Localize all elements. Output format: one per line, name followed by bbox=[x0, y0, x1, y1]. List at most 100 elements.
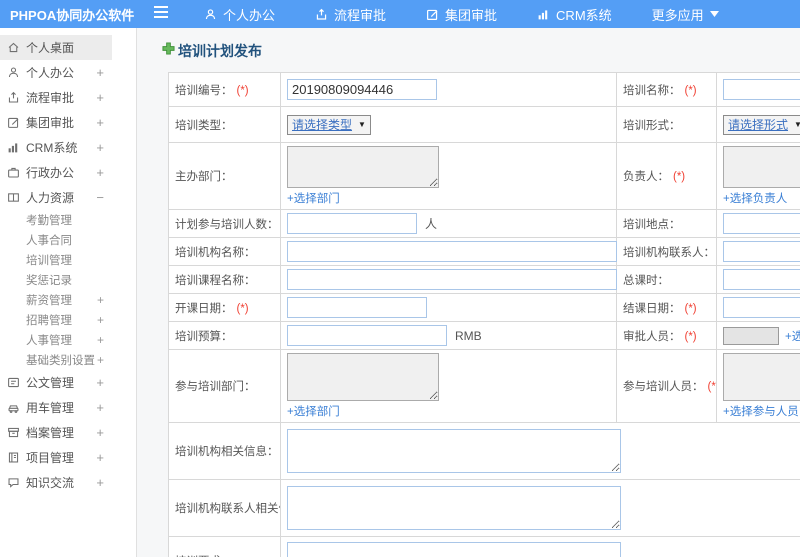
nav-label: 流程审批 bbox=[334, 7, 387, 23]
org-name-input[interactable] bbox=[287, 241, 617, 262]
sidebar-subitem-personnel[interactable]: 人事管理 + bbox=[0, 330, 112, 350]
join-people-textarea[interactable] bbox=[723, 353, 800, 401]
location-input[interactable] bbox=[723, 213, 800, 234]
sidebar-item-label: 项目管理 bbox=[26, 451, 75, 465]
requirements-textarea[interactable] bbox=[287, 541, 621, 557]
sidebar-subitem-label: 招聘管理 bbox=[26, 315, 72, 327]
field-label: 培训课程名称： bbox=[175, 274, 256, 287]
hamburger-icon bbox=[154, 5, 168, 23]
flow-icon bbox=[7, 91, 20, 104]
expand-toggle: + bbox=[96, 400, 104, 415]
expand-toggle: + bbox=[96, 165, 104, 180]
org-contact-input[interactable] bbox=[723, 241, 800, 262]
required-mark: (*) bbox=[684, 302, 697, 315]
expand-toggle: + bbox=[96, 293, 104, 307]
sidebar-item-flow-approval[interactable]: 流程审批 + bbox=[0, 85, 112, 110]
nav-personal-office[interactable]: 个人办公 bbox=[184, 0, 295, 28]
sidebar-item-knowledge[interactable]: 知识交流 + bbox=[0, 470, 112, 495]
total-hours-input[interactable] bbox=[723, 269, 800, 290]
sidebar-item-vehicle[interactable]: 用车管理 + bbox=[0, 395, 112, 420]
page-title: 培训计划发布 bbox=[162, 41, 800, 61]
host-dept-textarea[interactable] bbox=[287, 146, 439, 188]
sidebar-item-archive[interactable]: 档案管理 + bbox=[0, 420, 112, 445]
nav-label: 更多应用 bbox=[651, 7, 704, 23]
sidebar-item-label: 流程审批 bbox=[26, 91, 75, 105]
required-mark: (*) bbox=[684, 330, 697, 343]
sidebar-item-admin-office[interactable]: 行政办公 + bbox=[0, 160, 112, 185]
edit-icon bbox=[7, 116, 20, 129]
select-value: 请选择形式 bbox=[728, 118, 789, 132]
training-type-select[interactable]: 请选择类型 ▼ bbox=[287, 114, 371, 135]
training-name-input[interactable] bbox=[723, 79, 800, 100]
sidebar-subitem-attendance[interactable]: 考勤管理 bbox=[0, 210, 112, 230]
field-label: 培训名称： bbox=[623, 84, 681, 97]
chat-icon bbox=[7, 476, 20, 489]
sidebar-item-documents[interactable]: 公文管理 + bbox=[0, 370, 112, 395]
budget-input[interactable] bbox=[287, 325, 447, 346]
field-label: 培训机构相关信息： bbox=[175, 446, 279, 458]
sidebar-subitem-label: 基础类别设置 bbox=[26, 355, 95, 367]
sidebar-item-label: 集团审批 bbox=[26, 116, 75, 130]
card-icon bbox=[7, 191, 20, 204]
expand-toggle: + bbox=[96, 475, 104, 490]
sidebar-subitem-hr-contract[interactable]: 人事合同 bbox=[0, 230, 112, 250]
collapse-toggle: − bbox=[96, 190, 104, 205]
join-depts-textarea[interactable] bbox=[287, 353, 439, 401]
sidebar-item-label: CRM系统 bbox=[26, 141, 78, 155]
nav-crm-system[interactable]: CRM系统 bbox=[517, 0, 632, 28]
org-contact-info-textarea[interactable] bbox=[287, 486, 621, 530]
nav-more-apps[interactable]: 更多应用 bbox=[632, 0, 739, 28]
org-info-textarea[interactable] bbox=[287, 429, 621, 473]
nav-group-approval[interactable]: 集团审批 bbox=[406, 0, 517, 28]
top-nav: 个人办公 流程审批 集团审批 CRM系统 更多应用 bbox=[184, 0, 739, 28]
select-dept-link[interactable]: +选择部门 bbox=[287, 193, 340, 205]
sidebar-subitem-label: 考勤管理 bbox=[26, 215, 72, 227]
select-caret-icon: ▼ bbox=[794, 120, 800, 129]
field-label: 负责人： bbox=[623, 171, 669, 183]
select-participants-link[interactable]: +选择参与人员 bbox=[723, 406, 799, 418]
sidebar-item-group-approval[interactable]: 集团审批 + bbox=[0, 110, 112, 135]
briefcase-icon bbox=[7, 166, 20, 179]
sidebar-item-personal-office[interactable]: 个人办公 + bbox=[0, 60, 112, 85]
training-plan-form: 培训编号：(*) 培训名称：(*) 培训类型： 请选择类型▼ 培训形式： 请选择… bbox=[168, 72, 800, 557]
expand-toggle: + bbox=[96, 375, 104, 390]
field-label: 培训机构联系人相关信息： bbox=[175, 503, 280, 515]
field-label: 培训机构联系人： bbox=[623, 246, 715, 259]
planned-count-input[interactable] bbox=[287, 213, 417, 234]
sidebar-item-hr[interactable]: 人力资源 − bbox=[0, 185, 112, 210]
caret-down-icon bbox=[709, 11, 719, 17]
sidebar-item-label: 档案管理 bbox=[26, 426, 75, 440]
sidebar-subitem-training[interactable]: 培训管理 bbox=[0, 250, 112, 270]
field-label: 参与培训部门： bbox=[175, 381, 256, 393]
sidebar-item-label: 知识交流 bbox=[26, 476, 75, 490]
approver-input[interactable] bbox=[723, 326, 779, 345]
nav-flow-approval[interactable]: 流程审批 bbox=[295, 0, 406, 28]
required-mark: (*) bbox=[684, 84, 697, 97]
sidebar-subitem-label: 人事合同 bbox=[26, 235, 72, 247]
sidebar-subitem-base-category[interactable]: 基础类别设置 + bbox=[0, 350, 112, 370]
document-icon bbox=[7, 376, 20, 389]
user-icon bbox=[7, 66, 20, 79]
field-label: 培训形式： bbox=[623, 119, 681, 132]
select-approver-link[interactable]: +选择审批人员 bbox=[785, 328, 800, 344]
start-date-input[interactable] bbox=[287, 297, 427, 318]
select-leader-link[interactable]: +选择负责人 bbox=[723, 193, 787, 205]
sidebar-subitem-rewards[interactable]: 奖惩记录 bbox=[0, 270, 112, 290]
sidebar-subitem-salary[interactable]: 薪资管理 + bbox=[0, 290, 112, 310]
training-form-select[interactable]: 请选择形式 ▼ bbox=[723, 114, 800, 135]
sidebar-subitem-recruit[interactable]: 招聘管理 + bbox=[0, 310, 112, 330]
hamburger-menu-button[interactable] bbox=[154, 5, 168, 23]
end-date-input[interactable] bbox=[723, 297, 800, 318]
course-name-input[interactable] bbox=[287, 269, 617, 290]
expand-toggle: + bbox=[96, 425, 104, 440]
expand-toggle: + bbox=[96, 140, 104, 155]
training-no-input[interactable] bbox=[287, 79, 437, 100]
select-dept-link[interactable]: +选择部门 bbox=[287, 406, 340, 418]
sidebar-item-label: 行政办公 bbox=[26, 166, 75, 180]
sidebar-item-crm[interactable]: CRM系统 + bbox=[0, 135, 112, 160]
sidebar-item-personal-desktop[interactable]: 个人桌面 bbox=[0, 35, 112, 60]
sidebar-item-label: 人力资源 bbox=[26, 191, 75, 205]
sidebar-subitem-label: 薪资管理 bbox=[26, 295, 72, 307]
sidebar-item-project[interactable]: 项目管理 + bbox=[0, 445, 112, 470]
leader-textarea[interactable] bbox=[723, 146, 800, 188]
